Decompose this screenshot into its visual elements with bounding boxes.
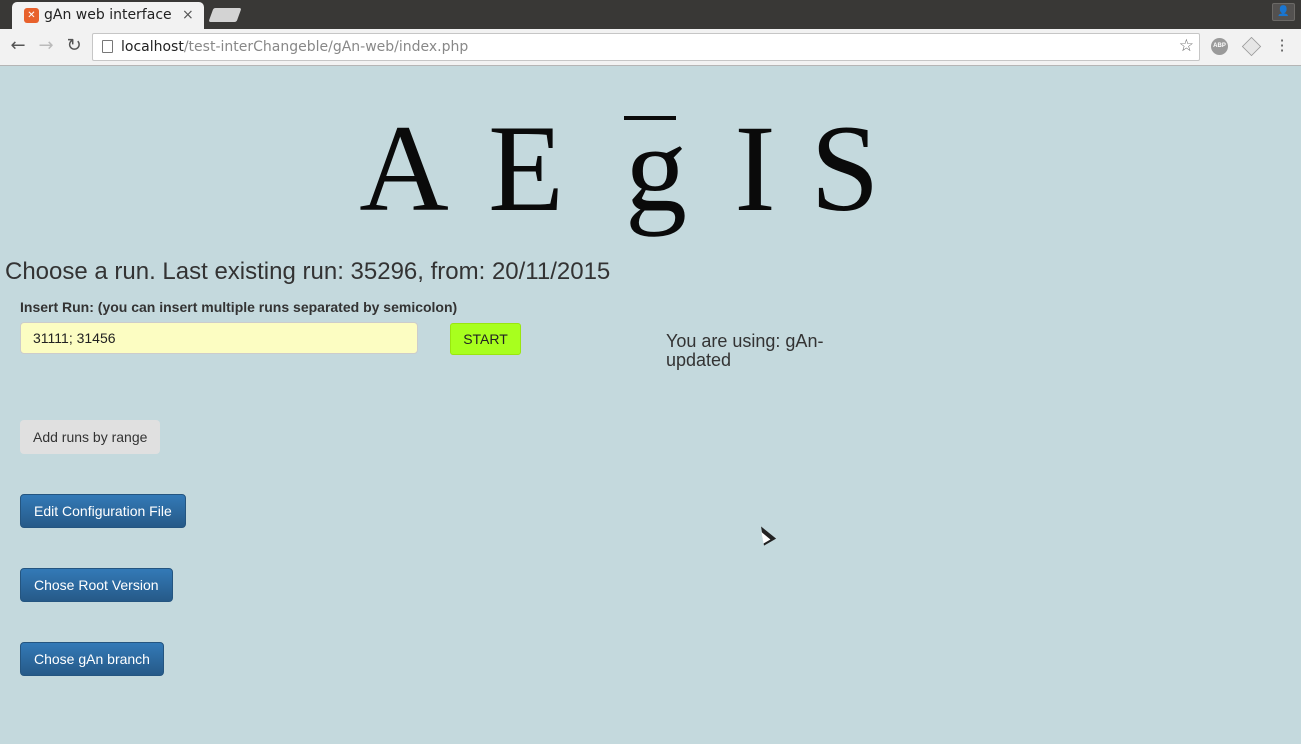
logo-letter-s: S <box>810 100 880 237</box>
logo-letter-a: A <box>359 100 449 237</box>
page-title: Choose a run. Last existing run: 35296, … <box>5 258 611 285</box>
page-icon <box>102 40 113 53</box>
tab-title: gAn web interface <box>44 7 172 23</box>
extension-icon[interactable] <box>1241 36 1262 57</box>
browser-title-bar: ✕ gAn web interface × 👤 <box>0 0 1301 29</box>
logo-macron <box>624 116 676 120</box>
chose-root-version-button[interactable]: Chose Root Version <box>20 568 173 602</box>
browser-toolbar: ← → ↻ localhost/test-interChangeble/gAn-… <box>0 29 1301 66</box>
chose-gan-branch-button[interactable]: Chose gAn branch <box>20 642 164 676</box>
start-button[interactable]: START <box>450 323 521 355</box>
back-icon[interactable]: ← <box>7 35 29 57</box>
url-path: /test-interChangeble/gAn-web/index.php <box>183 39 469 55</box>
aegis-logo: AEgIS <box>348 96 900 241</box>
bookmark-star-icon[interactable]: ☆ <box>1179 36 1194 56</box>
using-version-text: You are using: gAn-updated <box>666 331 824 370</box>
url-text[interactable]: localhost/test-interChangeble/gAn-web/in… <box>121 39 468 55</box>
run-input[interactable] <box>20 322 418 354</box>
close-tab-icon[interactable]: × <box>182 7 194 23</box>
url-host: localhost <box>121 39 184 55</box>
add-runs-by-range-button[interactable]: Add runs by range <box>20 420 161 454</box>
forward-icon[interactable]: → <box>35 35 57 57</box>
reload-icon[interactable]: ↻ <box>63 35 85 57</box>
address-bar[interactable]: localhost/test-interChangeble/gAn-web/in… <box>92 33 1200 61</box>
adblock-icon[interactable]: ABP <box>1211 38 1228 55</box>
logo-letter-e: E <box>488 100 564 237</box>
menu-icon[interactable]: · · · <box>1277 33 1287 59</box>
xampp-icon: ✕ <box>24 8 39 23</box>
logo-letter-i: I <box>734 100 776 237</box>
edit-configuration-button[interactable]: Edit Configuration File <box>20 494 186 528</box>
new-tab-button[interactable] <box>208 8 242 22</box>
insert-run-label: Insert Run: (you can insert multiple run… <box>20 299 458 315</box>
browser-tab[interactable]: ✕ gAn web interface × <box>12 2 204 29</box>
profile-icon[interactable]: 👤 <box>1272 3 1295 21</box>
